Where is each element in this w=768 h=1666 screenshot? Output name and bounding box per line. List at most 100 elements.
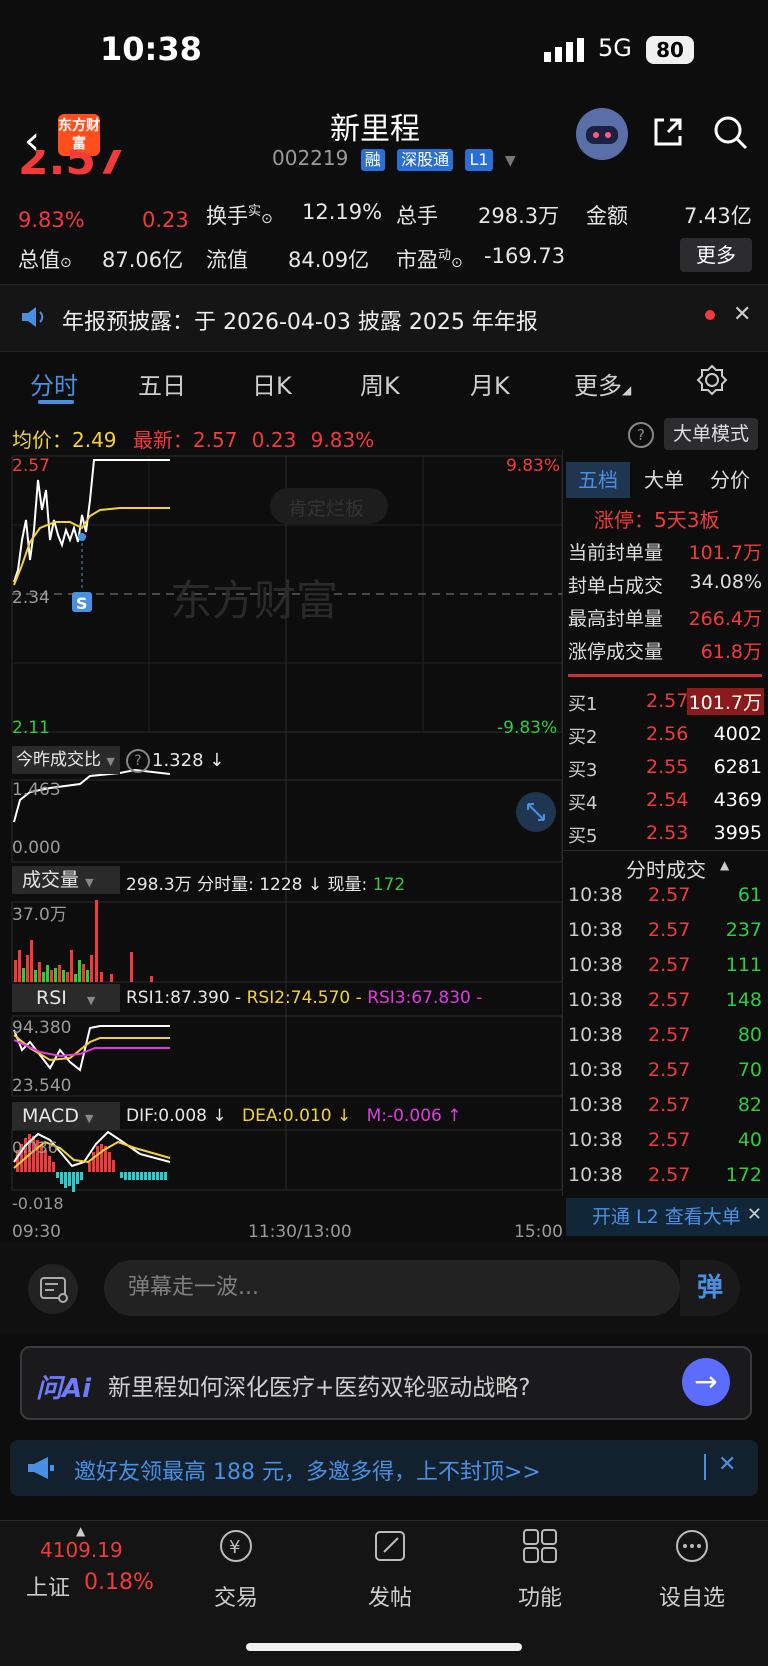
pct-change: 9.83% bbox=[18, 208, 85, 232]
signal-icon bbox=[544, 38, 584, 62]
invite-text[interactable]: 邀好友领最高 188 元，多邀多得，上不封顶>> bbox=[74, 1454, 541, 1486]
tab-intraday[interactable]: 分时 bbox=[30, 366, 78, 401]
ai-logo: 问Ai bbox=[36, 1374, 92, 1404]
tab-five-day[interactable]: 五日 bbox=[138, 366, 186, 401]
stock-code-row[interactable]: 002219 融 深股通 L1 ▼ bbox=[272, 146, 516, 171]
time-axis-start: 09:30 bbox=[12, 1222, 61, 1242]
level-tag: L1 bbox=[465, 149, 493, 171]
network-label: 5G bbox=[598, 34, 632, 62]
close-icon[interactable]: ✕ bbox=[733, 302, 751, 327]
y-axis-mid: 2.34 bbox=[12, 588, 50, 608]
close-icon: ✕ bbox=[746, 1204, 762, 1225]
danmu-send-button[interactable]: 弹 bbox=[680, 1260, 740, 1316]
amount-label: 金额 bbox=[586, 204, 628, 228]
pe-value: -169.73 bbox=[484, 244, 566, 268]
margin-tag: 融 bbox=[360, 149, 385, 171]
status-time: 10:38 bbox=[100, 30, 202, 68]
volume-y-top: 37.0万 bbox=[12, 905, 67, 925]
bid-book: 买1 2.57 101.7万 买2 2.56 4002 买3 2.55 6281… bbox=[568, 688, 764, 847]
float-value: 84.09亿 bbox=[288, 248, 370, 272]
tab-underline bbox=[38, 400, 74, 404]
tab-weekly-k[interactable]: 周K bbox=[360, 366, 400, 401]
seal-label-3: 最高封单量 bbox=[568, 608, 664, 630]
tick-row: 10:38 2.57 172 bbox=[568, 1164, 762, 1186]
stock-code: 002219 bbox=[272, 146, 349, 170]
battery-icon: 80 bbox=[646, 36, 694, 64]
turnover-value: 12.19% bbox=[302, 200, 383, 224]
seal-label-2: 封单占成交 bbox=[568, 575, 664, 597]
settings-icon[interactable] bbox=[696, 364, 728, 396]
search-icon[interactable] bbox=[712, 114, 748, 150]
connect-tag: 深股通 bbox=[397, 149, 454, 171]
tick-list: 10:38 2.57 61 10:38 2.57 237 10:38 2.57 111 10… bbox=[568, 884, 764, 1194]
big-order-mode-button[interactable]: 大单模式 bbox=[664, 418, 758, 450]
pct-axis-bottom: -9.83% bbox=[497, 718, 558, 738]
turnover-label: 换手实⊙ bbox=[206, 204, 273, 228]
nav-trade[interactable]: 交易 bbox=[181, 1580, 291, 1612]
pe-label: 市盈动⊙ bbox=[396, 248, 463, 272]
seal-value-2: 34.08% bbox=[689, 571, 762, 593]
last-price: 2.57 bbox=[18, 150, 127, 180]
danmu-settings-icon[interactable] bbox=[28, 1264, 78, 1314]
arrow-right-icon[interactable]: → bbox=[682, 1358, 730, 1406]
volume-info: 298.3万 分时量: 1228 ↓ 现量: 172 bbox=[126, 875, 406, 895]
time-axis-end: 15:00 bbox=[514, 1222, 563, 1242]
rsi-selector[interactable]: RSI ▼ bbox=[12, 984, 120, 1012]
tab-monthly-k[interactable]: 月K bbox=[470, 366, 510, 401]
divider bbox=[704, 1454, 706, 1480]
seal-label-1: 当前封单量 bbox=[568, 542, 664, 564]
amount-value: 7.43亿 bbox=[684, 204, 752, 228]
tick-row: 10:38 2.57 111 bbox=[568, 954, 762, 976]
tab-more[interactable]: 更多◢ bbox=[574, 366, 631, 401]
home-indicator[interactable] bbox=[246, 1643, 522, 1651]
help-icon[interactable]: ? bbox=[628, 422, 654, 448]
close-icon[interactable]: ✕ bbox=[718, 1452, 736, 1477]
more-button[interactable]: 更多 bbox=[680, 238, 752, 272]
index-name[interactable]: 上证 bbox=[26, 1570, 70, 1602]
ai-question[interactable]: 新里程如何深化医疗+医药双轮驱动战略? bbox=[108, 1368, 530, 1402]
functions-icon[interactable] bbox=[520, 1526, 560, 1566]
megaphone-icon bbox=[28, 1457, 54, 1479]
ratio-value: 1.328 ↓ bbox=[152, 750, 225, 771]
caret-up-icon[interactable]: ▲ bbox=[720, 858, 729, 872]
post-icon[interactable] bbox=[370, 1526, 410, 1566]
caret-up-icon[interactable]: ▲ bbox=[76, 1524, 85, 1538]
index-pct[interactable]: 0.18% bbox=[84, 1570, 154, 1595]
ratio-y-bottom: 0.000 bbox=[12, 838, 61, 858]
watchlist-icon[interactable] bbox=[672, 1526, 712, 1566]
nav-functions[interactable]: 功能 bbox=[485, 1580, 595, 1612]
logo-text: 东方财富 bbox=[58, 118, 100, 152]
ratio-selector[interactable]: 今昨成交比 ▼ bbox=[12, 746, 120, 774]
total-hands-label: 总手 bbox=[396, 204, 438, 228]
tab-price-dist[interactable]: 分价 bbox=[698, 462, 762, 498]
nav-post[interactable]: 发帖 bbox=[335, 1580, 445, 1612]
l2-promo-bar[interactable]: 开通 L2 查看大单 ✕ bbox=[566, 1198, 768, 1236]
macd-y-top: 0.036 bbox=[12, 1138, 58, 1157]
tab-big-orders[interactable]: 大单 bbox=[632, 462, 696, 498]
volume-selector[interactable]: 成交量 ▼ bbox=[12, 866, 120, 894]
tick-row: 10:38 2.57 40 bbox=[568, 1129, 762, 1151]
speaker-icon bbox=[22, 307, 44, 327]
trade-icon[interactable]: ¥ bbox=[216, 1526, 256, 1566]
seal-value-4: 61.8万 bbox=[700, 641, 762, 663]
danmu-input[interactable]: 弹幕走一波... bbox=[104, 1260, 680, 1316]
watermark: 东方财富 bbox=[170, 576, 338, 625]
tick-row: 10:38 2.57 82 bbox=[568, 1094, 762, 1116]
tab-five-levels[interactable]: 五档 bbox=[566, 462, 630, 498]
tab-daily-k[interactable]: 日K bbox=[252, 366, 292, 401]
float-label: 流值 bbox=[206, 248, 248, 272]
robot-avatar[interactable] bbox=[576, 108, 628, 160]
nav-watchlist[interactable]: 设自选 bbox=[637, 1580, 747, 1612]
seal-label-4: 涨停成交量 bbox=[568, 641, 664, 663]
tick-row: 10:38 2.57 237 bbox=[568, 919, 762, 941]
help-icon[interactable]: ? bbox=[126, 749, 150, 773]
mcap-value: 87.06亿 bbox=[102, 248, 184, 272]
ratio-y-top: 1.463 bbox=[12, 780, 61, 800]
seal-value-3: 266.4万 bbox=[688, 608, 762, 630]
macd-info: DIF:0.008 ↓ DEA:0.010 ↓ M:-0.006 ↑ bbox=[126, 1106, 462, 1126]
index-value[interactable]: 4109.19 bbox=[40, 1538, 123, 1562]
macd-selector[interactable]: MACD ▼ bbox=[12, 1102, 120, 1130]
rsi-info: RSI1:87.390 - RSI2:74.570 - RSI3:67.830 … bbox=[126, 988, 483, 1008]
share-icon[interactable] bbox=[650, 114, 686, 150]
ticks-title[interactable]: 分时成交 bbox=[626, 854, 706, 883]
